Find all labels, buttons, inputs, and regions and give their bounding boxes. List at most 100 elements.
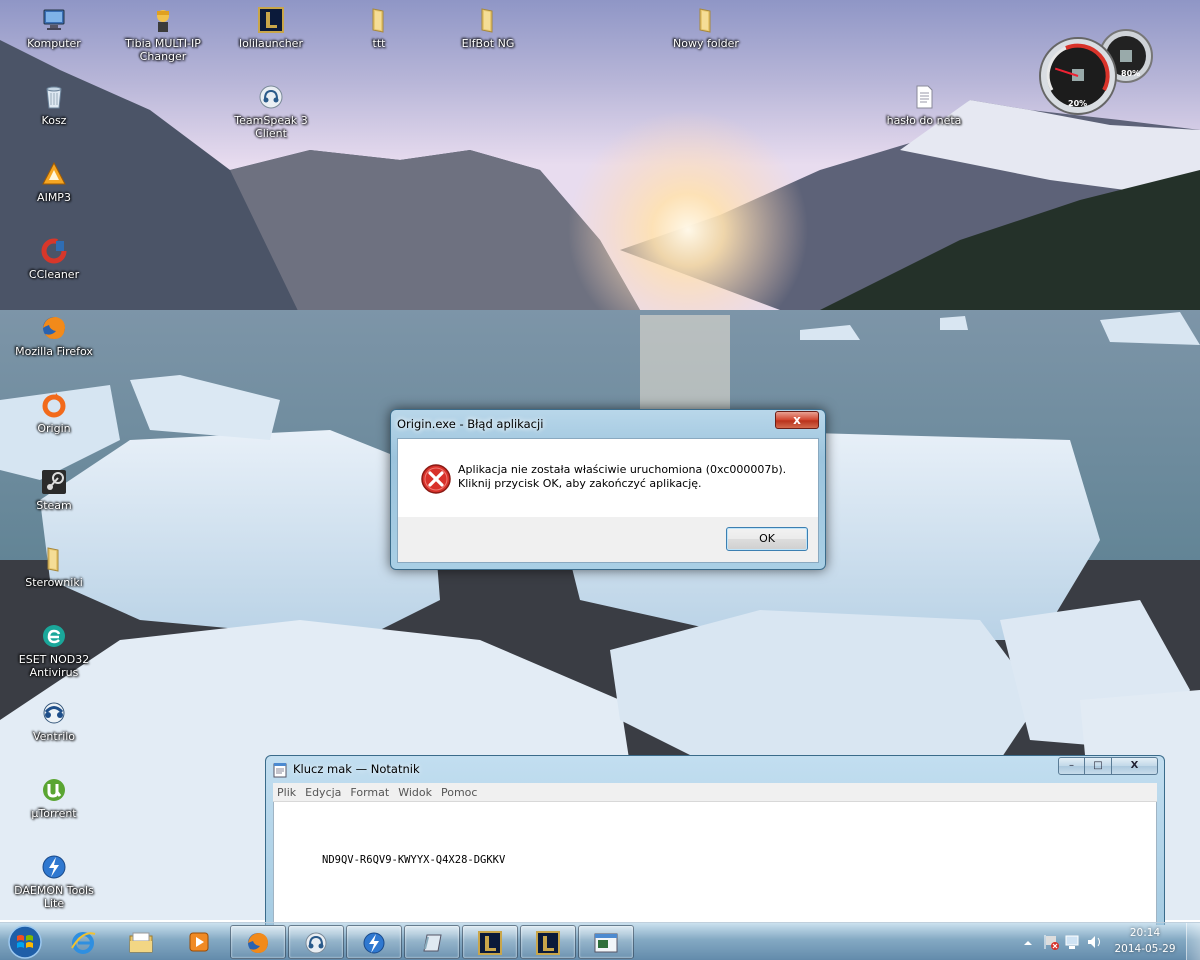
desktop-icon-nowy-folder[interactable]: Nowy folder [658,6,754,50]
menu-edycja[interactable]: Edycja [305,786,341,799]
desktop-icon-label: ttt [372,37,386,50]
desktop-icon-label: Nowy folder [673,37,739,50]
dialog-message: Aplikacja nie została właściwie uruchomi… [458,463,787,490]
clock[interactable]: 20:14 2014-05-29 [1114,925,1176,957]
caption-buttons: – □ X [1058,757,1158,775]
league-icon [536,931,560,955]
recycle-bin-icon [46,86,62,109]
daemon-tools-icon [363,932,385,954]
internet-explorer-icon [71,932,96,954]
network-icon [1065,935,1079,949]
desktop-icon-label: CCleaner [28,268,80,281]
menu-bar: Plik Edycja Format Widok Pomoc [273,783,1157,802]
taskbar-item-file-explorer[interactable] [114,925,170,959]
notepad-title[interactable]: Klucz mak — Notatnik [293,761,420,777]
dialog-button-area: OK [398,517,818,562]
desktop-icon-ccleaner[interactable]: CCleaner [6,237,102,281]
show-desktop-button[interactable] [1186,923,1200,960]
dialog-close-button[interactable]: x [775,411,819,429]
notepad-icon [273,763,287,778]
menu-widok[interactable]: Widok [398,786,432,799]
notepad-icon [423,934,442,952]
close-button[interactable]: X [1112,757,1158,775]
error-dialog: Origin.exe - Błąd aplikacji x Aplikacja … [390,409,826,570]
taskbar-item-lolilauncher-2[interactable] [520,925,576,959]
desktop-icon-label: Steam [36,499,72,512]
desktop-icon-lolilauncher[interactable]: lolilauncher [223,6,319,50]
menu-format[interactable]: Format [350,786,389,799]
utorrent-icon [43,779,65,801]
folder-icon [372,8,384,33]
clock-date: 2014-05-29 [1114,943,1176,955]
taskbar-item-teamspeak[interactable] [288,925,344,959]
desktop-icon-aimp3[interactable]: AIMP3 [6,160,102,204]
taskbar-item-media-player[interactable] [172,925,228,959]
taskbar-item-lolilauncher-1[interactable] [462,925,518,959]
cpu-meter-gadget[interactable]: 20% 80% [1036,26,1160,118]
desktop-icon-label: Ventrilo [32,730,76,743]
maximize-button[interactable]: □ [1085,757,1112,775]
desktop-icon-daemon-tools[interactable]: DAEMON Tools Lite [6,853,102,910]
notepad-window: Klucz mak — Notatnik – □ X Plik Edycja F… [265,755,1165,925]
origin-icon [42,393,66,418]
eset-icon [43,625,65,647]
taskbar-item-task-window[interactable] [578,925,634,959]
volume-icon [1088,936,1100,948]
desktop-icon-elfbot[interactable]: ElfBot NG [440,6,536,50]
desktop-icon-teamspeak[interactable]: TeamSpeak 3 Client [223,83,319,140]
menu-plik[interactable]: Plik [277,786,296,799]
desktop-icon-label: Kosz [41,114,67,127]
text-editor[interactable]: ND9QV-R6QV9-KWYYX-Q4X28-DGKKV [273,802,1157,925]
firefox-icon [43,317,65,339]
show-hidden-icons-icon [1024,941,1032,945]
desktop-icon-eset[interactable]: ESET NOD32 Antivirus [6,622,102,679]
taskbar-item-firefox[interactable] [230,925,286,959]
desktop-icon-utorrent[interactable]: µTorrent [6,776,102,820]
folder-icon [699,8,711,33]
minimize-button[interactable]: – [1058,757,1085,775]
clock-time: 20:14 [1129,927,1161,939]
dialog-titlebar[interactable]: Origin.exe - Błąd aplikacji [397,415,775,435]
folder-icon [481,8,493,33]
desktop-icon-label: AIMP3 [37,191,71,204]
ok-button[interactable]: OK [726,527,808,551]
desktop-icon-label: hasło do neta [886,114,962,127]
error-icon [421,464,451,494]
taskbar-item-notepad[interactable] [404,925,460,959]
taskbar-item-daemon-tools[interactable] [346,925,402,959]
ram-percent: 80% [1121,69,1141,78]
taskbar-item-internet-explorer[interactable] [56,925,112,959]
steam-icon [42,470,66,494]
folder-icon [47,547,59,572]
desktop-icon-label: Mozilla Firefox [15,345,93,358]
aimp-icon [42,161,66,185]
desktop-icon-sterowniki[interactable]: Sterowniki [6,545,102,589]
text-file-icon [916,85,933,109]
teamspeak-icon [305,932,327,954]
desktop-icon-ventrilo[interactable]: Ventrilo [6,699,102,743]
desktop-icon-steam[interactable]: Steam [6,468,102,512]
desktop-icon-komputer[interactable]: Komputer [6,6,102,50]
gauge-icon [1039,29,1153,115]
computer-icon [43,9,65,30]
dialog-message-area: Aplikacja nie została właściwie uruchomi… [398,439,818,519]
desktop-icon-kosz[interactable]: Kosz [6,83,102,127]
desktop-icon-label: ElfBot NG [461,37,515,50]
desktop-icon-label: DAEMON Tools Lite [14,884,94,910]
editor-content: ND9QV-R6QV9-KWYYX-Q4X28-DGKKV [322,854,506,866]
desktop-icon-label: ESET NOD32 Antivirus [18,653,90,679]
menu-pomoc[interactable]: Pomoc [441,786,477,799]
teamspeak-icon [259,85,283,109]
desktop-icon-origin[interactable]: Origin [6,391,102,435]
desktop-icon-haslo[interactable]: hasło do neta [876,83,972,127]
desktop-icon-label: Sterowniki [25,576,83,589]
window-icon [594,933,618,953]
media-player-icon [189,932,209,952]
league-icon [478,931,502,955]
desktop-icon-tibia[interactable]: Tibia MULTI-IP Changer [115,6,211,63]
daemon-tools-icon [42,855,66,879]
start-button[interactable] [4,924,46,960]
desktop-icon-label: Origin [37,422,71,435]
desktop-icon-ttt[interactable]: ttt [331,6,427,50]
desktop-icon-firefox[interactable]: Mozilla Firefox [6,314,102,358]
